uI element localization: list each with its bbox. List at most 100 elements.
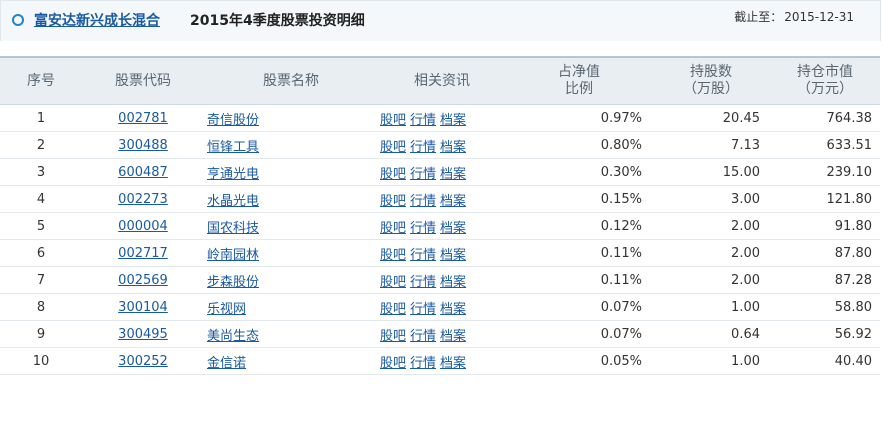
guba-link[interactable]: 股吧 — [380, 248, 406, 263]
quote-link[interactable]: 行情 — [410, 194, 436, 209]
row-index: 2 — [0, 131, 82, 159]
table-row: 10 300252 金信诺 股吧 行情 档案 0.05% 1.00 40.40 — [0, 347, 880, 375]
profile-link[interactable]: 档案 — [440, 356, 466, 371]
guba-link[interactable]: 股吧 — [380, 113, 406, 128]
circle-bullet-icon — [12, 14, 24, 26]
row-index: 4 — [0, 185, 82, 213]
profile-link[interactable]: 档案 — [440, 140, 466, 155]
market-value: 91.80 — [770, 212, 880, 240]
guba-link[interactable]: 股吧 — [380, 275, 406, 290]
profile-link[interactable]: 档案 — [440, 329, 466, 344]
market-value: 87.28 — [770, 266, 880, 294]
stock-name-link[interactable]: 金信诺 — [207, 356, 246, 371]
nav-ratio: 0.12% — [506, 212, 652, 240]
quote-link[interactable]: 行情 — [410, 248, 436, 263]
guba-link[interactable]: 股吧 — [380, 167, 406, 182]
quote-link[interactable]: 行情 — [410, 113, 436, 128]
col-header-shares: 持股数 （万股） — [652, 56, 770, 105]
stock-code-link[interactable]: 300252 — [118, 354, 168, 369]
stock-name-link[interactable]: 美尚生态 — [207, 329, 259, 344]
quote-link[interactable]: 行情 — [410, 221, 436, 236]
quote-link[interactable]: 行情 — [410, 356, 436, 371]
row-index: 6 — [0, 239, 82, 267]
guba-link[interactable]: 股吧 — [380, 329, 406, 344]
table-row: 4 002273 水晶光电 股吧 行情 档案 0.15% 3.00 121.80 — [0, 185, 880, 213]
stock-code-link[interactable]: 002569 — [118, 273, 168, 288]
quote-link[interactable]: 行情 — [410, 329, 436, 344]
col-header-value-line1: 持仓市值 — [797, 64, 853, 80]
table-row: 9 300495 美尚生态 股吧 行情 档案 0.07% 0.64 56.92 — [0, 320, 880, 348]
quote-link[interactable]: 行情 — [410, 302, 436, 317]
col-header-ratio-line2: 比例 — [565, 81, 593, 97]
quote-link[interactable]: 行情 — [410, 275, 436, 290]
stock-name-link[interactable]: 恒锋工具 — [207, 140, 259, 155]
as-of-label: 截止至： — [734, 10, 783, 24]
profile-link[interactable]: 档案 — [440, 167, 466, 182]
profile-link[interactable]: 档案 — [440, 221, 466, 236]
row-index: 9 — [0, 320, 82, 348]
shares-held: 2.00 — [652, 266, 770, 294]
stock-code-link[interactable]: 002273 — [118, 192, 168, 207]
table-row: 8 300104 乐视网 股吧 行情 档案 0.07% 1.00 58.80 — [0, 293, 880, 321]
stock-code-link[interactable]: 000004 — [118, 219, 168, 234]
shares-held: 1.00 — [652, 293, 770, 321]
stock-name-link[interactable]: 步森股份 — [207, 275, 259, 290]
shares-held: 7.13 — [652, 131, 770, 159]
col-header-code: 股票代码 — [82, 56, 204, 105]
quote-link[interactable]: 行情 — [410, 167, 436, 182]
guba-link[interactable]: 股吧 — [380, 356, 406, 371]
table-body: 1 002781 奇信股份 股吧 行情 档案 0.97% 20.45 764.38 … — [0, 104, 880, 375]
shares-held: 20.45 — [652, 104, 770, 132]
quote-link[interactable]: 行情 — [410, 140, 436, 155]
col-header-news: 相关资讯 — [378, 56, 506, 105]
fund-name-link[interactable]: 富安达新兴成长混合 — [34, 10, 160, 30]
holdings-panel: 富安达新兴成长混合 2015年4季度股票投资明细 截止至： 2015-12-31 … — [0, 0, 883, 422]
guba-link[interactable]: 股吧 — [380, 302, 406, 317]
stock-name-link[interactable]: 亨通光电 — [207, 167, 259, 182]
stock-code-link[interactable]: 300495 — [118, 327, 168, 342]
guba-link[interactable]: 股吧 — [380, 194, 406, 209]
stock-name-link[interactable]: 乐视网 — [207, 302, 246, 317]
profile-link[interactable]: 档案 — [440, 194, 466, 209]
stock-name-link[interactable]: 国农科技 — [207, 221, 259, 236]
col-header-idx: 序号 — [0, 56, 82, 105]
guba-link[interactable]: 股吧 — [380, 140, 406, 155]
table-row: 1 002781 奇信股份 股吧 行情 档案 0.97% 20.45 764.38 — [0, 104, 880, 132]
stock-name-link[interactable]: 岭南园林 — [207, 248, 259, 263]
col-header-value: 持仓市值 （万元） — [770, 56, 880, 105]
profile-link[interactable]: 档案 — [440, 113, 466, 128]
market-value: 87.80 — [770, 239, 880, 267]
stock-code-link[interactable]: 002717 — [118, 246, 168, 261]
nav-ratio: 0.07% — [506, 320, 652, 348]
row-index: 3 — [0, 158, 82, 186]
col-header-shares-line2: （万股） — [683, 81, 739, 97]
table-row: 3 600487 亨通光电 股吧 行情 档案 0.30% 15.00 239.10 — [0, 158, 880, 186]
col-header-shares-line1: 持股数 — [690, 64, 732, 80]
col-header-value-line2: （万元） — [797, 81, 853, 97]
profile-link[interactable]: 档案 — [440, 302, 466, 317]
row-index: 7 — [0, 266, 82, 294]
as-of-value: 2015-12-31 — [784, 10, 854, 24]
nav-ratio: 0.11% — [506, 239, 652, 267]
row-index: 1 — [0, 104, 82, 132]
guba-link[interactable]: 股吧 — [380, 221, 406, 236]
stock-name-link[interactable]: 奇信股份 — [207, 113, 259, 128]
shares-held: 2.00 — [652, 212, 770, 240]
col-header-ratio-line1: 占净值 — [558, 64, 600, 80]
market-value: 58.80 — [770, 293, 880, 321]
profile-link[interactable]: 档案 — [440, 248, 466, 263]
stock-code-link[interactable]: 300104 — [118, 300, 168, 315]
market-value: 633.51 — [770, 131, 880, 159]
market-value: 239.10 — [770, 158, 880, 186]
stock-name-link[interactable]: 水晶光电 — [207, 194, 259, 209]
profile-link[interactable]: 档案 — [440, 275, 466, 290]
stock-code-link[interactable]: 300488 — [118, 138, 168, 153]
table-row: 5 000004 国农科技 股吧 行情 档案 0.12% 2.00 91.80 — [0, 212, 880, 240]
shares-held: 0.64 — [652, 320, 770, 348]
stock-code-link[interactable]: 002781 — [118, 111, 168, 126]
market-value: 56.92 — [770, 320, 880, 348]
stock-code-link[interactable]: 600487 — [118, 165, 168, 180]
row-index: 8 — [0, 293, 82, 321]
market-value: 764.38 — [770, 104, 880, 132]
table-row: 2 300488 恒锋工具 股吧 行情 档案 0.80% 7.13 633.51 — [0, 131, 880, 159]
